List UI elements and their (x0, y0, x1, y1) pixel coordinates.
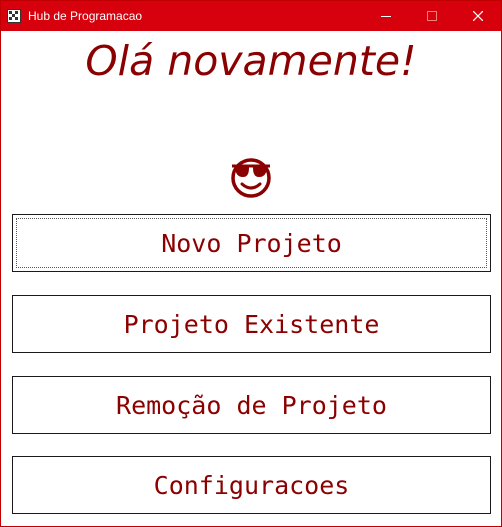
new-project-label: Novo Projeto (161, 228, 342, 258)
window-title: Hub de Programacao (28, 9, 143, 23)
close-button[interactable] (455, 1, 501, 31)
app-window: Hub de Programacao Olá novamente! Novo P… (0, 0, 502, 527)
minimize-button[interactable] (363, 1, 409, 31)
new-project-button[interactable]: Novo Projeto (12, 214, 491, 272)
remove-project-button[interactable]: Remoção de Projeto (12, 376, 491, 434)
existing-project-button[interactable]: Projeto Existente (12, 295, 491, 353)
title-bar[interactable]: Hub de Programacao (1, 1, 501, 31)
sunglasses-face-icon (228, 153, 274, 199)
existing-project-label: Projeto Existente (123, 309, 380, 339)
minimize-icon (381, 16, 391, 17)
close-icon (473, 11, 483, 21)
settings-label: Configuracoes (153, 470, 350, 500)
window-controls (363, 1, 501, 31)
maximize-icon (427, 11, 437, 21)
remove-project-label: Remoção de Projeto (116, 390, 387, 420)
app-icon (7, 9, 21, 23)
greeting-heading: Olá novamente! (85, 37, 417, 85)
maximize-button[interactable] (409, 1, 455, 31)
settings-button[interactable]: Configuracoes (12, 456, 491, 514)
